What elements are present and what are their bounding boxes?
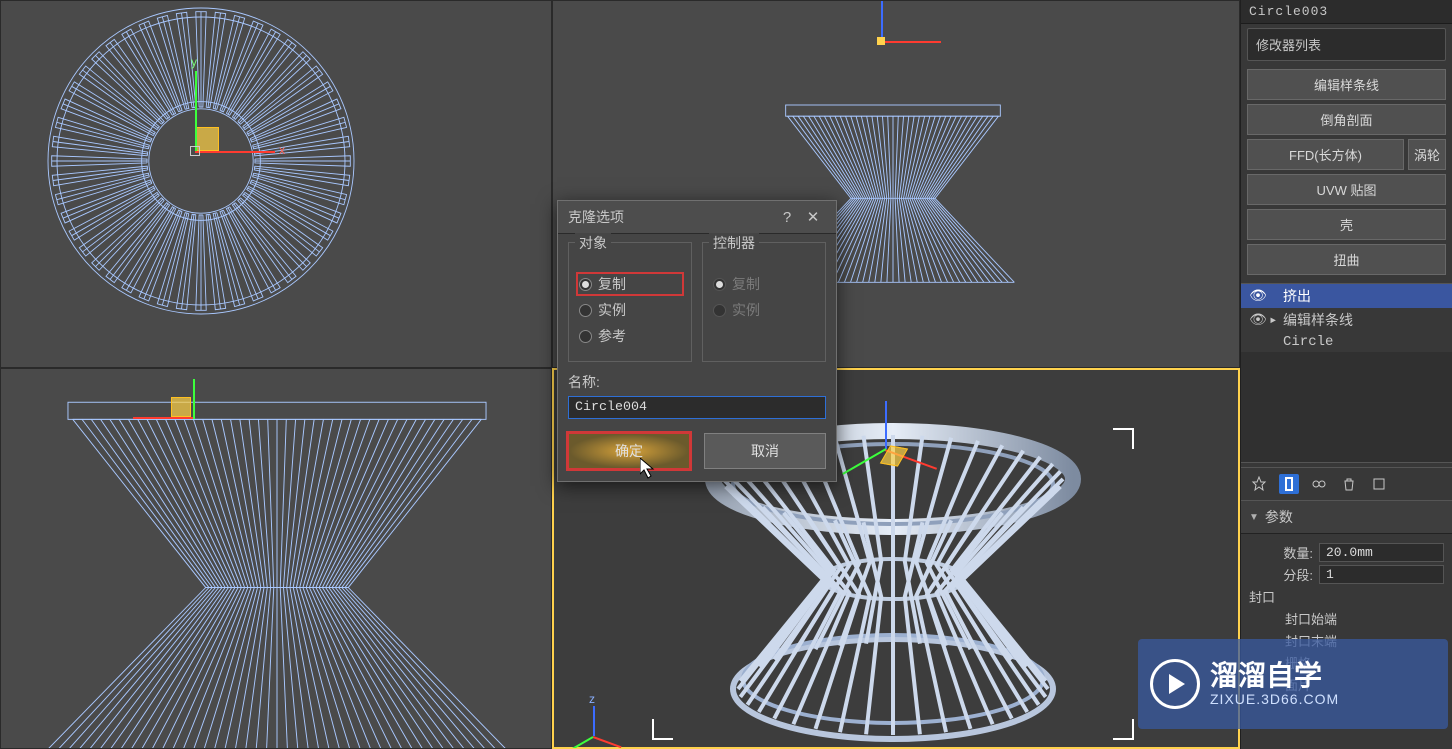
segments-spinner[interactable]: 1 — [1319, 565, 1444, 584]
remove-modifier-icon[interactable] — [1339, 474, 1359, 494]
ok-button[interactable]: 确定 — [568, 433, 690, 469]
radio-dot-icon — [713, 278, 726, 291]
radio-reference[interactable]: 参考 — [577, 325, 683, 347]
dialog-help-button[interactable]: ? — [774, 209, 800, 226]
radio-dot-icon — [579, 304, 592, 317]
show-end-result-icon[interactable] — [1279, 474, 1299, 494]
expand-triangle-icon[interactable]: ▸ — [1269, 312, 1283, 329]
clone-options-dialog: 克隆选项 ? ✕ 对象 复制 实例 参考 控制器 — [557, 200, 837, 482]
wire-top-circle-array — [1, 0, 401, 341]
group-object-label: 对象 — [575, 233, 611, 253]
watermark-play-icon — [1150, 659, 1200, 709]
stack-item-label: 挤出 — [1283, 286, 1311, 306]
viewport-left[interactable] — [0, 368, 552, 749]
stack-item-circle[interactable]: Circle — [1241, 332, 1452, 352]
amount-spinner[interactable]: 20.0mm — [1319, 543, 1444, 562]
modifier-list: 编辑样条线 倒角剖面 FFD(长方体) 涡轮 UVW 贴图 壳 扭曲 — [1241, 65, 1452, 279]
group-controller-label: 控制器 — [709, 233, 759, 253]
stack-item-label: Circle — [1283, 334, 1333, 350]
radio-reference-label: 参考 — [598, 326, 626, 346]
checkbox-cap-start[interactable]: 封口始端 — [1285, 609, 1444, 628]
cursor-icon — [640, 458, 658, 480]
mod-ffd-box[interactable]: FFD(长方体) — [1247, 139, 1404, 170]
mod-twist[interactable]: 扭曲 — [1247, 244, 1446, 275]
visibility-eye-icon[interactable]: 👁 — [1247, 288, 1269, 305]
amount-label: 数量: — [1249, 543, 1319, 562]
mod-edit-spline[interactable]: 编辑样条线 — [1247, 69, 1446, 100]
name-label: 名称: — [568, 372, 826, 392]
radio-controller-copy: 复制 — [711, 273, 817, 295]
cap-group-label: 封口 — [1249, 587, 1281, 606]
wire-left-hourglass — [1, 369, 552, 749]
rollout-parameters-header[interactable]: ▼ 参数 — [1241, 500, 1452, 534]
mod-shell[interactable]: 壳 — [1247, 209, 1446, 240]
mod-turbosmooth[interactable]: 涡轮 — [1408, 139, 1446, 170]
configure-sets-icon[interactable] — [1369, 474, 1389, 494]
command-panel: Circle003 修改器列表 编辑样条线 倒角剖面 FFD(长方体) 涡轮 U… — [1240, 0, 1452, 749]
radio-dot-icon — [579, 330, 592, 343]
modifier-list-dropdown[interactable]: 修改器列表 — [1247, 28, 1446, 61]
group-controller: 控制器 复制 实例 — [702, 242, 826, 362]
mod-bevel-profile[interactable]: 倒角剖面 — [1247, 104, 1446, 135]
rollout-title: 参数 — [1265, 507, 1293, 527]
radio-instance-label: 实例 — [598, 300, 626, 320]
dialog-close-button[interactable]: ✕ — [800, 208, 826, 226]
group-object: 对象 复制 实例 参考 — [568, 242, 692, 362]
mod-uvw-map[interactable]: UVW 贴图 — [1247, 174, 1446, 205]
segments-label: 分段: — [1249, 565, 1319, 584]
object-name-field[interactable]: Circle003 — [1241, 0, 1452, 24]
stack-item-extrude[interactable]: 👁 挤出 — [1241, 284, 1452, 308]
watermark-url: ZIXUE.3D66.COM — [1210, 691, 1339, 707]
watermark-text: 溜溜自学 — [1210, 661, 1339, 692]
modifier-stack[interactable]: 👁 挤出 👁 ▸ 编辑样条线 Circle — [1241, 283, 1452, 463]
radio-controller-instance-label: 实例 — [732, 300, 760, 320]
radio-controller-instance: 实例 — [711, 299, 817, 321]
viewport-top[interactable]: x y — [0, 0, 552, 368]
stack-item-label: 编辑样条线 — [1283, 310, 1353, 330]
pin-stack-icon[interactable] — [1249, 474, 1269, 494]
watermark: 溜溜自学 ZIXUE.3D66.COM — [1138, 639, 1448, 729]
radio-dot-icon — [579, 278, 592, 291]
radio-copy-label: 复制 — [598, 274, 626, 294]
radio-instance[interactable]: 实例 — [577, 299, 683, 321]
radio-controller-copy-label: 复制 — [732, 274, 760, 294]
radio-dot-icon — [713, 304, 726, 317]
visibility-eye-icon[interactable]: 👁 — [1247, 312, 1269, 329]
make-unique-icon[interactable] — [1309, 474, 1329, 494]
stack-item-edit-spline[interactable]: 👁 ▸ 编辑样条线 — [1241, 308, 1452, 332]
clone-name-input[interactable] — [568, 396, 826, 419]
rollout-triangle-icon: ▼ — [1249, 512, 1259, 523]
cancel-button[interactable]: 取消 — [704, 433, 826, 469]
dialog-titlebar[interactable]: 克隆选项 ? ✕ — [558, 201, 836, 234]
radio-copy[interactable]: 复制 — [577, 273, 683, 295]
dialog-title: 克隆选项 — [568, 207, 774, 227]
stack-toolbar — [1241, 467, 1452, 500]
